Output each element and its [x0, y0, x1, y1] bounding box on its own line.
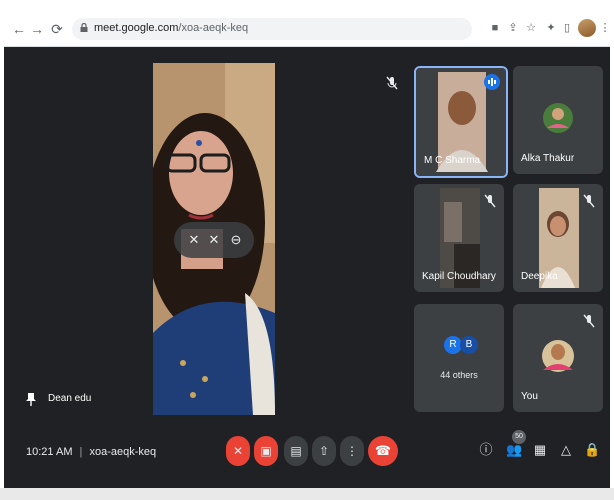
clock-time: 10:21 AM [26, 446, 73, 458]
back-icon[interactable]: ← [10, 20, 28, 38]
participant-tile[interactable]: Alka Thakur [513, 66, 603, 174]
meeting-details-icon[interactable]: ⓘ [478, 442, 494, 458]
captions-icon: ▤ [290, 444, 302, 458]
participant-name: Alka Thakur [521, 153, 575, 164]
os-taskbar [0, 488, 614, 500]
share-icon[interactable]: ⇪ [506, 21, 520, 35]
url-host: meet.google.com [94, 22, 179, 34]
meeting-info: 10:21 AM | xoa-aeqk-keq [26, 446, 156, 458]
participant-tile[interactable]: Kapil Choudhary [414, 184, 504, 292]
bookmark-star-icon[interactable]: ☆ [524, 21, 538, 35]
more-options-button[interactable]: ⋮ [340, 436, 364, 466]
address-bar[interactable]: meet.google.com/xoa-aeqk-keq [72, 18, 472, 40]
mic-off-icon: ✕ [232, 444, 244, 458]
extensions-icon[interactable]: ✦ [544, 21, 558, 35]
self-tile[interactable]: You [513, 304, 603, 412]
more-vert-icon: ⋮ [346, 444, 358, 458]
url-path: /xoa-aeqk-keq [178, 22, 249, 34]
lock-icon [80, 23, 88, 32]
mic-off-icon [484, 194, 496, 208]
participant-name: M C Sharma [424, 155, 481, 166]
participant-name: Kapil Choudhary [422, 271, 496, 282]
self-view-controls: ✕ ✕ ⊖ [174, 222, 254, 258]
phone-hangup-icon: ☎ [374, 443, 392, 458]
mic-toggle-button[interactable]: ✕ [226, 436, 250, 466]
reload-icon[interactable]: ⟳ [48, 20, 66, 38]
main-speaker-label: Dean edu [26, 392, 126, 408]
participant-name: Deepika [521, 271, 558, 282]
camera-indicator-icon[interactable]: ■ [488, 21, 502, 35]
activities-icon[interactable]: △ [558, 442, 574, 458]
meet-window: ← → ⟳ meet.google.com/xoa-aeqk-keq ■ ⇪ ☆… [4, 12, 610, 494]
sidebar-icon[interactable]: ▯ [560, 21, 574, 35]
participant-initial-avatar: B [460, 336, 478, 354]
menu-icon[interactable]: ⋮ [598, 21, 611, 35]
others-count: 44 others [440, 370, 478, 380]
url-text: meet.google.com/xoa-aeqk-keq [94, 22, 248, 34]
chat-icon[interactable]: ▦ [532, 442, 548, 458]
present-button[interactable]: ⇧ [312, 436, 336, 466]
participant-tile[interactable]: Deepika [513, 184, 603, 292]
mic-off-icon[interactable]: ✕ [186, 232, 202, 248]
meeting-code: xoa-aeqk-keq [89, 446, 157, 458]
visual-effects-icon[interactable]: ✕ [206, 232, 222, 248]
mic-off-icon [583, 194, 595, 208]
captions-button[interactable]: ▤ [284, 436, 308, 466]
leave-call-button[interactable]: ☎ [368, 436, 398, 466]
profile-avatar[interactable] [578, 19, 596, 37]
present-icon: ⇧ [318, 444, 330, 458]
camera-toggle-button[interactable]: ▣ [254, 436, 278, 466]
meeting-controls-bar: 10:21 AM | xoa-aeqk-keq ✕ ▣ ▤ ⇧ ⋮ ☎ ⓘ 50… [4, 430, 610, 494]
main-speaker-name: Dean edu [48, 393, 92, 404]
participant-name: You [521, 391, 538, 402]
participant-tile[interactable]: M C Sharma [414, 66, 508, 178]
speaking-indicator-icon [484, 74, 500, 90]
pin-icon [26, 393, 36, 406]
forward-icon[interactable]: → [28, 20, 46, 38]
minimize-icon[interactable]: ⊖ [228, 232, 244, 248]
others-tile[interactable]: R B 44 others [414, 304, 504, 412]
browser-toolbar: ← → ⟳ meet.google.com/xoa-aeqk-keq ■ ⇪ ☆… [4, 12, 610, 47]
camera-off-icon: ▣ [260, 444, 272, 458]
host-controls-icon[interactable]: 🔒 [584, 442, 600, 458]
main-mic-muted-icon [386, 76, 398, 90]
separator: | [79, 446, 83, 458]
mic-off-icon [583, 314, 595, 328]
people-icon[interactable]: 👥 [506, 442, 522, 458]
